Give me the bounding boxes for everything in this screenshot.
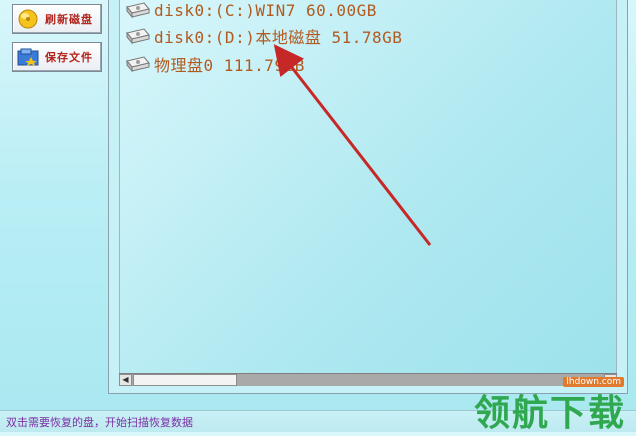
disk-item-label: disk0:(D:)本地磁盘 51.78GB: [154, 28, 403, 47]
refresh-disk-icon: [18, 9, 38, 29]
save-file-label: 保存文件: [45, 51, 93, 64]
disk-panel: disk0:(C:)WIN7 60.00GB disk0:(D:)本地磁盘 51…: [108, 0, 628, 394]
disk-item-label: 物理盘0 111.79GB: [154, 56, 305, 75]
disk-item-label: disk0:(C:)WIN7 60.00GB: [154, 0, 377, 20]
watermark-logo: lhdown.com 领航下载: [450, 374, 630, 434]
save-file-button[interactable]: 保存文件: [12, 42, 102, 72]
list-item[interactable]: disk0:(C:)WIN7 60.00GB: [124, 0, 377, 21]
scroll-left-icon[interactable]: ◀: [119, 374, 132, 386]
hard-disk-icon: [126, 56, 150, 73]
save-file-icon: [17, 48, 39, 66]
watermark-name: 领航下载: [473, 393, 626, 434]
refresh-disks-label: 刷新磁盘: [45, 13, 93, 26]
list-item[interactable]: disk0:(D:)本地磁盘 51.78GB: [124, 25, 402, 47]
disk-list[interactable]: disk0:(C:)WIN7 60.00GB disk0:(D:)本地磁盘 51…: [119, 0, 617, 373]
hard-disk-icon: [126, 2, 150, 19]
scrollbar-thumb[interactable]: [133, 374, 237, 386]
hard-disk-icon: [126, 28, 150, 45]
refresh-disks-button[interactable]: 刷新磁盘: [12, 4, 102, 34]
list-item[interactable]: 物理盘0 111.79GB: [124, 53, 305, 75]
status-text: 双击需要恢复的盘，开始扫描恢复数据: [6, 416, 193, 429]
